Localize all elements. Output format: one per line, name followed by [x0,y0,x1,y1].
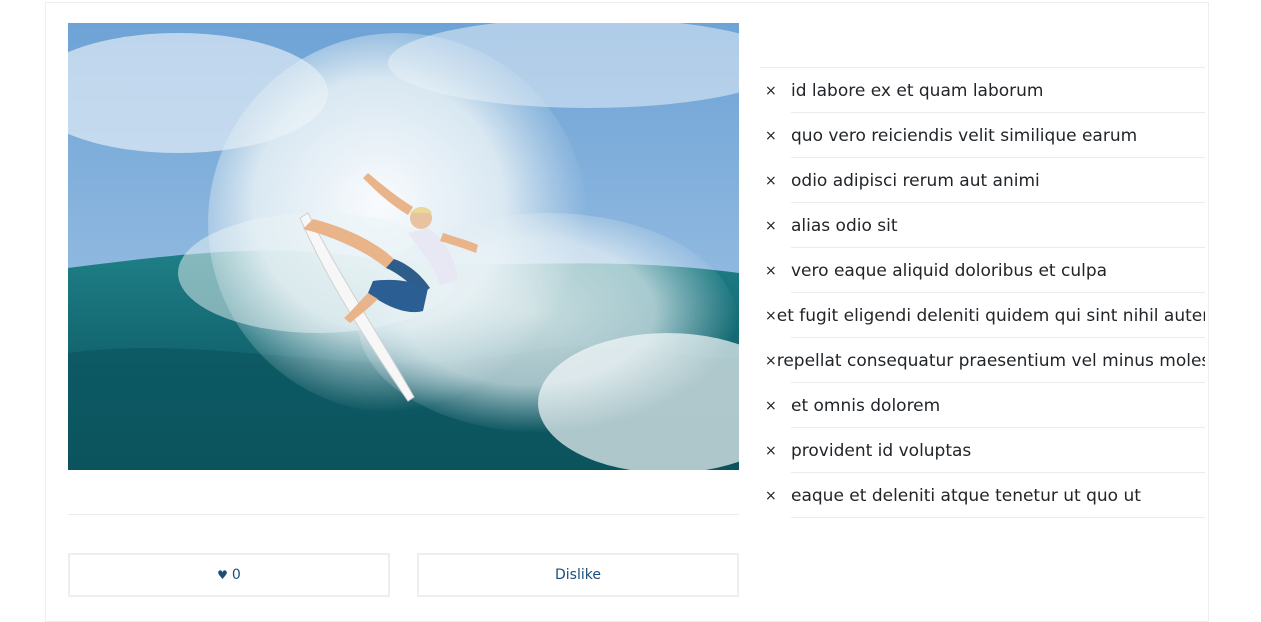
list-item-label: id labore ex et quam laborum [791,80,1044,101]
heart-icon: ♥ [217,568,228,582]
list-item-label: quo vero reiciendis velit similique earu… [791,125,1138,146]
list-item-label: odio adipisci rerum aut animi [791,170,1040,191]
remove-icon[interactable]: × [760,83,791,99]
remove-icon[interactable]: × [760,128,791,144]
item-list: × id labore ex et quam laborum × quo vero r… [760,67,1205,518]
list-item: × et fugit eligendi deleniti quidem qui s… [760,293,1205,338]
actions-divider [68,514,739,515]
list-item-label: repellat consequatur praesentium vel min… [776,350,1205,371]
list-item-label: et omnis dolorem [791,395,941,416]
list-item: × alias odio sit [760,203,1205,248]
post-image [68,23,739,470]
list-item: × vero eaque aliquid doloribus et culpa [760,248,1205,293]
list-item-label: provident id voluptas [791,440,972,461]
list-item: × id labore ex et quam laborum [760,68,1205,113]
remove-icon[interactable]: × [760,443,791,459]
like-count: 0 [231,567,241,583]
list-item-label: vero eaque aliquid doloribus et culpa [791,260,1108,281]
list-item-label: alias odio sit [791,215,898,236]
list-item-label: et fugit eligendi deleniti quidem qui si… [776,305,1205,326]
list-item: × repellat consequatur praesentium vel mi… [760,338,1205,383]
list-item-label: eaque et deleniti atque tenetur ut quo u… [791,485,1141,506]
remove-icon[interactable]: × [760,398,791,414]
dislike-button[interactable]: Dislike [417,553,739,597]
remove-icon[interactable]: × [760,173,791,189]
remove-icon[interactable]: × [760,488,791,504]
list-item: × et omnis dolorem [760,383,1205,428]
remove-icon[interactable]: × [760,308,777,324]
remove-icon[interactable]: × [760,353,777,369]
list-item: × eaque et deleniti atque tenetur ut quo … [760,473,1205,518]
list-item: × provident id voluptas [760,428,1205,473]
remove-icon[interactable]: × [760,263,791,279]
remove-icon[interactable]: × [760,218,791,234]
like-button[interactable]: ♥ 0 [68,553,390,597]
list-item: × odio adipisci rerum aut animi [760,158,1205,203]
list-item: × quo vero reiciendis velit similique ear… [760,113,1205,158]
